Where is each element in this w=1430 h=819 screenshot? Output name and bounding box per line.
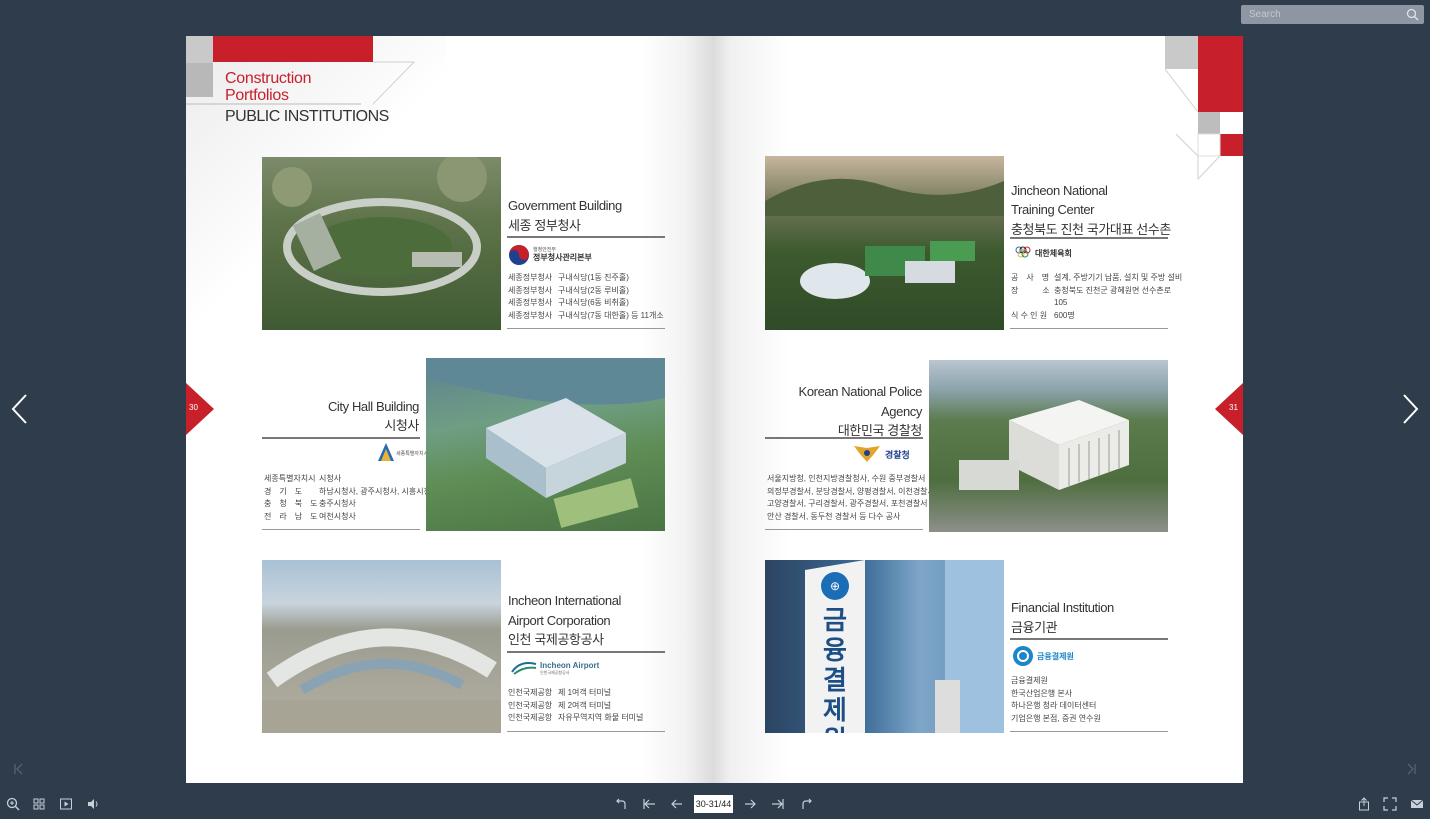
police-title-1: Korean National Police (798, 384, 923, 399)
kftc-sign-text: 금융결제원 (823, 605, 847, 733)
city-hall-image (426, 358, 665, 531)
flipbook-viewer: Construction Portfolios PUBLIC INSTITUTI… (0, 0, 1430, 819)
undo-icon[interactable] (613, 796, 629, 812)
email-icon[interactable] (1409, 796, 1425, 812)
incheon-airport-logo: Incheon Airport 인천국제공항공사 (510, 660, 599, 676)
divider (507, 236, 665, 238)
financial-institution-details: 금융결제원 한국산업은행 본사 하나은행 청라 데이터센터 기업은행 본점, 증… (1011, 676, 1101, 723)
kftc-logo-icon (1013, 646, 1033, 666)
last-page-toolbar-icon[interactable] (770, 796, 786, 812)
next-page-arrow-icon[interactable] (1396, 389, 1426, 429)
divider (507, 328, 665, 329)
last-page-icon[interactable] (1403, 761, 1419, 777)
incheon-airport-title-1: Incheon International (508, 593, 622, 608)
government-building-image (262, 157, 501, 330)
autoplay-icon[interactable] (58, 796, 74, 812)
kftc-logo: 금융결제원 (1012, 645, 1074, 667)
sound-icon[interactable] (85, 796, 101, 812)
divider (1010, 638, 1168, 640)
government-building-details: 세종정부청사 구내식당(1동 진주홀) 세종정부청사 구내식당(2동 루비홀) 세종… (508, 273, 664, 320)
fullscreen-icon[interactable] (1382, 796, 1398, 812)
city-hall-logo: 세종특별자치시 (378, 443, 428, 463)
sports-council-logo: 대한체육회 (1014, 244, 1072, 262)
divider (1010, 328, 1168, 329)
police-agency-image (929, 360, 1168, 532)
divider (507, 651, 665, 653)
jincheon-details: 공 사 명 설계, 주방기기 납품, 설치 및 주방 설비 장 소 충청북도 진천군… (1011, 273, 1183, 320)
redo-icon[interactable] (799, 796, 815, 812)
next-page-toolbar-icon[interactable] (742, 796, 758, 812)
incheon-airport-image (262, 560, 501, 733)
divider (507, 731, 665, 732)
divider (765, 437, 923, 439)
first-page-icon[interactable] (11, 761, 27, 777)
incheon-airport-title-2: Airport Corporation (508, 613, 611, 628)
share-icon[interactable] (1356, 796, 1372, 812)
incheon-airport-title-kr: 인천 국제공항공사 (508, 632, 604, 647)
city-hall-title-kr: 시청사 (384, 418, 419, 433)
financial-institution-image: ⊕ 금융결제원 (765, 560, 1004, 733)
previous-page-toolbar-icon[interactable] (669, 796, 685, 812)
financial-institution-title: Financial Institution (1011, 600, 1114, 615)
police-details: 서울지방청, 인천지방경찰청사, 수원 중부경찰서 의정부경찰서, 분당경찰서,… (767, 474, 935, 521)
financial-institution-title-kr: 금융기관 (1011, 620, 1058, 635)
taegeuk-icon (509, 245, 529, 265)
jincheon-title-2: Training Center (1011, 202, 1095, 217)
section-subtitle: PUBLIC INSTITUTIONS (225, 108, 389, 125)
previous-page-arrow-icon[interactable] (4, 389, 34, 429)
section-title-1: Construction (225, 70, 312, 87)
page-indicator[interactable]: 30-31/44 (694, 795, 733, 813)
zoom-icon[interactable] (5, 796, 21, 812)
police-logo: 경찰청 (852, 444, 910, 464)
search-input[interactable] (1241, 6, 1401, 23)
police-eagle-icon (854, 446, 880, 462)
search-box[interactable] (1241, 5, 1424, 24)
incheon-airport-details: 인천국제공항 제 1여객 터미널 인천국제공항 제 2여객 터미널 인천국제공항 자유… (508, 688, 644, 722)
jincheon-training-center-image (765, 156, 1004, 330)
thumbnails-grid-icon[interactable] (31, 796, 47, 812)
header-decoration-right (1165, 36, 1243, 186)
divider (1010, 237, 1168, 239)
page-number-marker-right: 31 (1215, 383, 1243, 435)
kftc-sign-icon: ⊕ (821, 572, 849, 600)
government-building-title-kr: 세종 정부청사 (508, 218, 581, 233)
divider (262, 529, 420, 530)
olympic-rings-icon (1015, 246, 1031, 258)
government-building-title: Government Building (508, 198, 622, 213)
page-number-marker-left: 30 (186, 383, 214, 435)
divider (1010, 731, 1168, 732)
city-hall-details: 세종특별자치시 시청사 경 기 도 하남시청사, 광주시청사, 시흥시청사 충 청 … (264, 474, 439, 521)
incheon-airport-logo-icon (511, 662, 537, 675)
divider (262, 437, 420, 439)
police-title-2: Agency (881, 404, 922, 419)
sejong-logo-icon (378, 443, 394, 461)
city-hall-title: City Hall Building (327, 399, 419, 414)
divider (765, 529, 923, 530)
first-page-toolbar-icon[interactable] (641, 796, 657, 812)
jincheon-title-1: Jincheon National (1011, 183, 1108, 198)
search-icon[interactable] (1406, 8, 1419, 21)
government-building-logo: 행정안전부 정부청사관리본부 (508, 244, 592, 266)
section-title-2: Portfolios (225, 87, 289, 104)
